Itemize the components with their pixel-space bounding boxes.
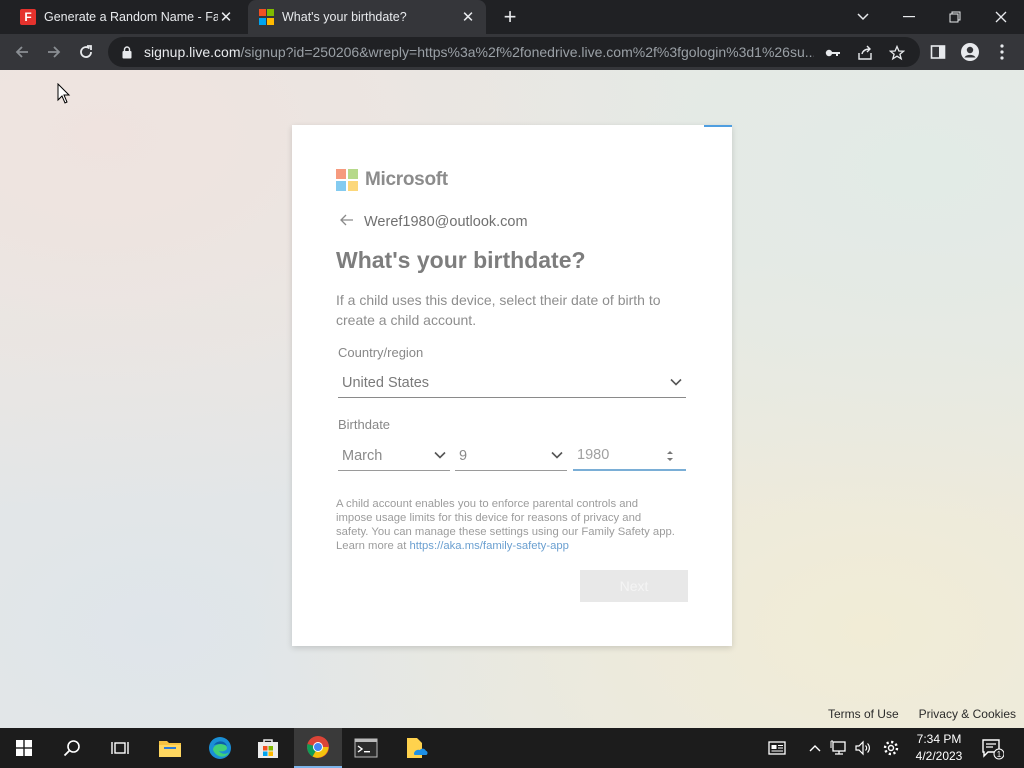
reload-button[interactable] bbox=[72, 38, 100, 66]
url-text: signup.live.com/signup?id=250206&wreply=… bbox=[144, 44, 814, 60]
year-value: 1980 bbox=[577, 447, 610, 463]
identity-email: Weref1980@outlook.com bbox=[364, 213, 528, 230]
chevron-down-icon bbox=[434, 451, 446, 459]
task-view-icon[interactable] bbox=[96, 728, 144, 768]
notification-center-icon[interactable]: 1 bbox=[980, 736, 1005, 760]
footer-links: Terms of Use Privacy & Cookies bbox=[828, 707, 1016, 721]
identity-banner[interactable]: Weref1980@outlook.com bbox=[340, 213, 528, 230]
onedrive-files-icon[interactable] bbox=[392, 728, 440, 768]
tab-fake-name-generator[interactable]: F Generate a Random Name - Fake ✕ bbox=[0, 0, 244, 34]
birthdate-label: Birthdate bbox=[338, 417, 391, 432]
network-icon[interactable] bbox=[830, 739, 848, 757]
month-value: March bbox=[342, 447, 383, 464]
forward-button[interactable] bbox=[40, 38, 68, 66]
chrome-icon[interactable] bbox=[294, 728, 342, 768]
back-button[interactable] bbox=[8, 38, 36, 66]
address-bar[interactable]: signup.live.com/signup?id=250206&wreply=… bbox=[108, 37, 920, 67]
start-icon[interactable] bbox=[0, 728, 48, 768]
terms-of-use-link[interactable]: Terms of Use bbox=[828, 707, 899, 721]
store-icon[interactable] bbox=[244, 728, 292, 768]
side-panel-icon[interactable] bbox=[924, 38, 952, 66]
signup-card: Microsoft Weref1980@outlook.com What's y… bbox=[292, 125, 732, 646]
windows-taskbar: 7:34 PM 4/2/2023 1 bbox=[0, 728, 1024, 768]
chevron-down-icon bbox=[551, 451, 563, 459]
fakenamegenerator-favicon-icon: F bbox=[20, 9, 36, 25]
bookmark-star-icon[interactable] bbox=[888, 44, 906, 62]
share-icon[interactable] bbox=[856, 44, 874, 62]
child-account-info: A child account enables you to enforce p… bbox=[336, 497, 676, 553]
tab-birthdate[interactable]: What's your birthdate? ✕ bbox=[248, 0, 486, 34]
file-explorer-icon[interactable] bbox=[146, 728, 194, 768]
brand-name: Microsoft bbox=[365, 169, 448, 190]
description-text: If a child uses this device, select thei… bbox=[336, 292, 661, 328]
browser-toolbar: signup.live.com/signup?id=250206&wreply=… bbox=[0, 34, 1024, 70]
minimize-button[interactable] bbox=[886, 0, 932, 34]
tab-strip: F Generate a Random Name - Fake ✕ What's… bbox=[0, 0, 1024, 34]
system-clock[interactable]: 7:34 PM 4/2/2023 bbox=[908, 731, 970, 765]
settings-gear-icon[interactable] bbox=[882, 739, 900, 757]
tab-title: What's your birthdate? bbox=[282, 10, 407, 24]
restore-button[interactable] bbox=[932, 0, 978, 34]
next-button[interactable]: Next bbox=[580, 570, 688, 602]
microsoft-favicon-icon bbox=[258, 9, 274, 25]
microsoft-logo: Microsoft bbox=[336, 169, 448, 191]
spinner-arrows-icon[interactable] bbox=[666, 449, 674, 463]
tab-title: Generate a Random Name - Fake bbox=[44, 10, 218, 24]
birth-month-select[interactable]: March bbox=[338, 441, 450, 471]
browser-menu-icon[interactable] bbox=[988, 38, 1016, 66]
birth-day-select[interactable]: 9 bbox=[455, 441, 567, 471]
clock-date: 4/2/2023 bbox=[915, 749, 963, 763]
news-widget-icon[interactable] bbox=[768, 739, 786, 757]
chevron-down-icon bbox=[670, 378, 682, 386]
close-tab-icon[interactable]: ✕ bbox=[218, 8, 234, 26]
volume-icon[interactable] bbox=[854, 739, 872, 757]
page-title: What's your birthdate? bbox=[336, 247, 586, 273]
privacy-cookies-link[interactable]: Privacy & Cookies bbox=[919, 707, 1016, 721]
microsoft-logo-icon bbox=[336, 169, 358, 191]
page-background: Microsoft Weref1980@outlook.com What's y… bbox=[0, 70, 1024, 728]
lock-icon[interactable] bbox=[120, 45, 134, 59]
new-tab-button[interactable]: + bbox=[498, 4, 522, 30]
country-label: Country/region bbox=[338, 345, 424, 360]
close-window-button[interactable] bbox=[978, 0, 1024, 34]
profile-avatar-icon[interactable] bbox=[956, 38, 984, 66]
family-safety-link[interactable]: https://aka.ms/family-safety-app bbox=[409, 540, 568, 552]
edge-icon[interactable] bbox=[196, 728, 244, 768]
back-arrow-icon[interactable] bbox=[340, 213, 356, 230]
terminal-icon[interactable] bbox=[342, 728, 390, 768]
card-accent-bar bbox=[704, 125, 732, 127]
country-select[interactable]: United States bbox=[338, 368, 686, 398]
country-value: United States bbox=[342, 374, 430, 391]
key-icon[interactable] bbox=[824, 44, 842, 62]
day-value: 9 bbox=[459, 447, 468, 464]
notification-count: 1 bbox=[997, 750, 1002, 759]
close-tab-icon[interactable]: ✕ bbox=[460, 8, 476, 26]
tab-search-icon[interactable] bbox=[840, 0, 886, 34]
clock-time: 7:34 PM bbox=[916, 732, 962, 746]
mouse-cursor-icon bbox=[57, 83, 71, 104]
search-icon[interactable] bbox=[48, 728, 96, 768]
show-hidden-icons-icon[interactable] bbox=[806, 739, 824, 757]
birth-year-input[interactable]: 1980 bbox=[573, 441, 686, 471]
